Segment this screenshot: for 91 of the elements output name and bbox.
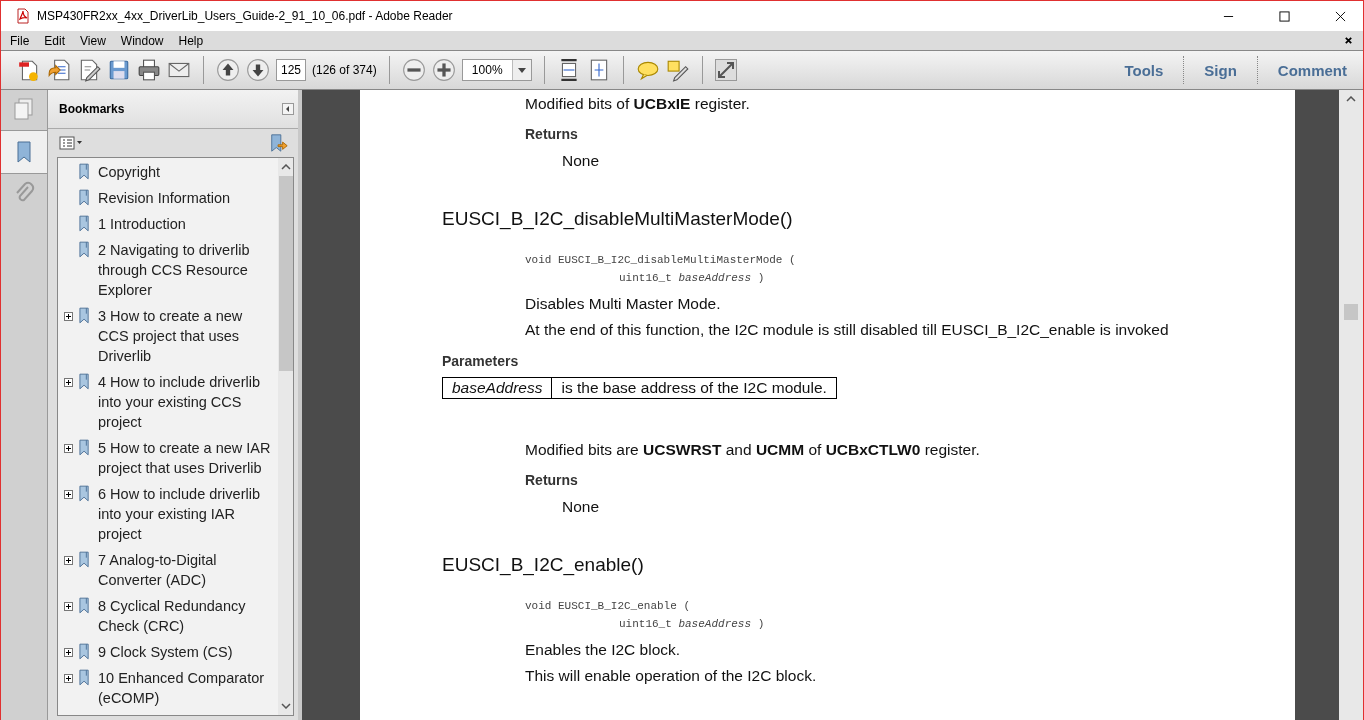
return-value: None [562,151,601,171]
create-pdf-icon[interactable] [17,58,41,82]
paragraph: Modified bits are UCSWRST and UCMM of UCBxCTLW0 register. [524,440,981,460]
bookmark-icon [79,373,90,390]
toolbar-link[interactable]: Sign [1198,61,1243,79]
menu-item[interactable]: View [71,33,112,48]
scroll-up-icon[interactable] [280,164,291,170]
menu-item[interactable]: Window [111,33,170,48]
bookmark-icon [79,307,90,324]
paragraph: Enables the I2C block. [524,640,682,660]
bookmark-item[interactable]: 7 Analog-to-Digital Converter (ADC) [98,550,276,590]
expand-icon[interactable] [64,674,73,683]
table-cell: baseAddress [442,377,552,399]
close-document-icon[interactable] [1344,36,1353,45]
section-label: Returns [525,471,579,489]
bookmark-item[interactable]: 10 Enhanced Comparator (eCOMP) [98,668,276,708]
bookmark-icon [79,241,90,258]
paragraph: This will enable operation of the I2C block. [524,666,818,686]
toolbar-link[interactable]: Comment [1271,61,1353,79]
zoom-out-icon[interactable] [401,58,426,82]
bookmark-item[interactable]: 6 How to include driverlib into your existing IAR project [98,484,276,544]
function-heading: EUSCI_B_I2C_enable() [442,553,645,577]
paragraph: Modified bits of UCBxIE register. [524,94,751,114]
expand-icon[interactable] [64,378,73,387]
menu-item[interactable]: File [1,33,36,48]
parameter-name: baseAddress [678,618,752,630]
paragraph: At the end of this function, the I2C module is still disabled till EUSCI_B_I2C_enable is invoked [524,320,1170,340]
full-screen-icon[interactable] [714,59,737,81]
next-page-icon[interactable] [246,58,270,82]
close-icon[interactable] [1335,10,1346,22]
parameter-type: uint16_t [619,272,672,284]
bookmark-icon [79,189,90,206]
page-number-field[interactable]: 125 [276,59,306,81]
bookmark-item[interactable]: 1 Introduction [98,214,276,234]
function-heading: EUSCI_B_I2C_disableMultiMasterMode() [442,207,794,231]
bookmark-item[interactable]: 5 How to create a new IAR project that uses Driverlib [98,438,276,478]
options-menu-icon[interactable] [59,136,83,150]
caret-icon [517,67,526,73]
document-arrow-icon[interactable] [47,58,71,82]
bookmark-item[interactable]: Revision Information [98,188,276,208]
section-label: Returns [525,125,579,143]
parameter-name: baseAddress [678,272,752,284]
bookmark-icon [79,597,90,614]
zoom-dropdown[interactable]: 100% [461,59,532,81]
return-value: None [562,497,601,517]
function-signature: void EUSCI_B_I2C_enable ( [525,599,692,614]
closing-paren: ) [757,272,765,284]
window-title: MSP430FR2xx_4xx_DriverLib_Users_Guide-2_91_10_06.pdf - Adobe Reader [37,9,454,23]
pdf-file-icon [15,8,31,24]
expand-icon[interactable] [64,312,73,321]
highlight-icon[interactable] [665,58,690,82]
scroll-up-icon[interactable] [1346,96,1356,102]
bookmark-icon [79,215,90,232]
bookmark-icon [79,551,90,568]
bookmark-item[interactable]: 3 How to create a new CCS project that uses Driverlib [98,306,276,366]
menu-item[interactable]: Help [169,33,210,48]
expand-icon[interactable] [64,444,73,453]
bookmark-icon [79,163,90,180]
closing-paren: ) [757,618,765,630]
function-signature: void EUSCI_B_I2C_disableMultiMasterMode ( [525,253,797,268]
bookmark-item[interactable]: 4 How to include driverlib into your existing CCS project [98,372,276,432]
page-count: (126 of 374) [312,63,377,77]
expand-icon[interactable] [64,602,73,611]
bookmark-item[interactable]: 9 Clock System (CS) [98,642,276,662]
expand-icon[interactable] [64,648,73,657]
bookmark-item[interactable]: Copyright [98,162,276,182]
bookmark-icon [79,485,90,502]
paragraph: Disables Multi Master Mode. [524,294,722,314]
zoom-in-icon[interactable] [431,58,456,82]
expand-icon[interactable] [64,556,73,565]
scroll-down-icon[interactable] [280,703,291,709]
save-icon[interactable] [107,58,131,82]
scrollbar-thumb[interactable] [1344,304,1358,320]
section-label: Parameters [442,353,520,369]
expand-icon[interactable] [64,490,73,499]
bookmark-icon [79,439,90,456]
print-icon[interactable] [137,58,161,82]
parameter-type: uint16_t [619,618,672,630]
menu-item[interactable]: Edit [35,33,72,48]
bookmark-arrow-icon[interactable] [269,133,289,153]
toolbar-link[interactable]: Tools [1118,61,1170,79]
bookmark-icon [79,669,90,686]
bookmark-item[interactable]: 8 Cyclical Redundancy Check (CRC) [98,596,276,636]
previous-page-icon[interactable] [216,58,240,82]
bookmark-icon [79,643,90,660]
scrollbar-thumb[interactable] [278,176,293,371]
bookmark-item[interactable]: 2 Navigating to driverlib through CCS Resource Explorer [98,240,276,300]
table-cell: is the base address of the I2C module. [552,377,837,399]
collapse-panel-icon[interactable] [282,103,294,115]
panel-title: Bookmarks [59,102,126,116]
maximize-icon[interactable] [1279,10,1290,22]
